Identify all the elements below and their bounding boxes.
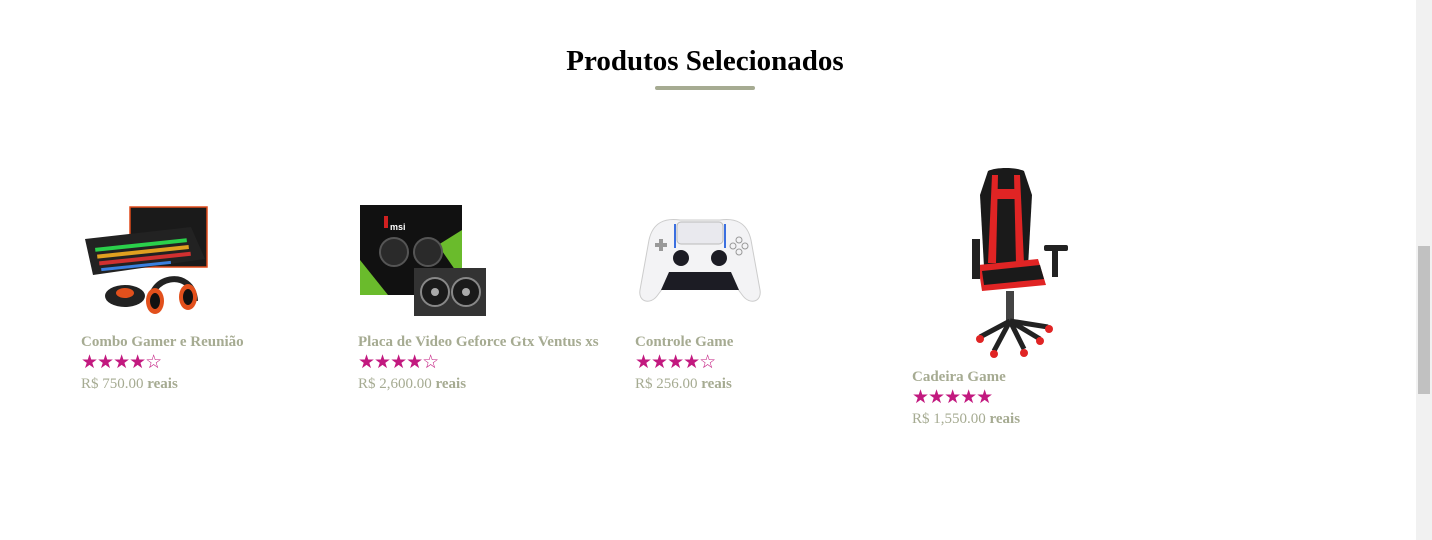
product-price: R$ 2,600.00 reais [358,376,467,392]
gaming-chair-image[interactable] [912,167,1092,360]
product-name[interactable]: Placa de Video Geforce Gtx Ventus xs [358,332,599,352]
product-name[interactable]: Combo Gamer e Reunião [81,332,244,352]
product-name[interactable]: Cadeira Game [912,367,1092,387]
graphics-card-image[interactable]: msi [358,200,488,318]
product-price: R$ 256.00 reais [635,376,732,392]
section-title: Produtos Selecionados [566,45,844,77]
products-section: Produtos Selecionados Combo Gamer e Reun… [0,0,1416,540]
product-card-cadeira-game[interactable]: Cadeira Game ★★★★★ R$ 1,550.00 reais [912,167,1092,429]
star-rating: ★★★★☆ [81,352,162,373]
svg-text:msi: msi [390,222,406,232]
title-underline [655,86,755,90]
product-card-placa-de-video[interactable]: msi Placa de Video Geforce Gtx Ventus xs… [358,200,599,394]
product-card-combo-gamer[interactable]: Combo Gamer e Reunião ★★★★☆ R$ 750.00 re… [81,205,244,394]
product-price: R$ 750.00 reais [81,376,178,392]
scrollbar-thumb[interactable] [1418,246,1430,394]
star-rating: ★★★★★ [912,387,993,408]
star-rating: ★★★★☆ [358,352,439,373]
product-name[interactable]: Controle Game [635,332,765,352]
keyboard-headset-combo-image[interactable] [81,205,211,318]
vertical-scrollbar[interactable] [1416,0,1432,540]
product-card-controle-game[interactable]: Controle Game ★★★★☆ R$ 256.00 reais [635,210,765,394]
controller-image[interactable] [635,210,765,318]
product-price: R$ 1,550.00 reais [912,411,1021,427]
star-rating: ★★★★☆ [635,352,716,373]
